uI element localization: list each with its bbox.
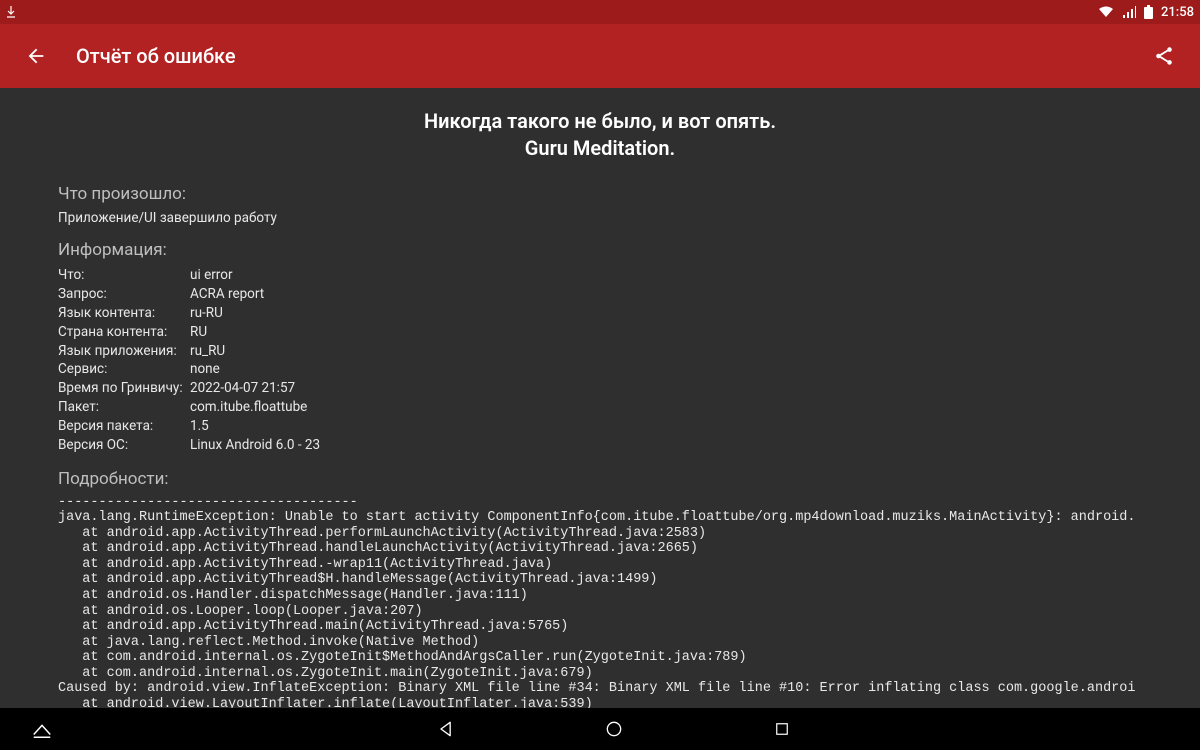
- info-value: ui error: [190, 266, 233, 285]
- square-icon: [773, 720, 791, 738]
- info-row: Запрос:ACRA report: [58, 285, 1142, 304]
- battery-icon: [1144, 5, 1153, 19]
- info-row: Сервис:none: [58, 360, 1142, 379]
- info-row: Время по Гринвичу:2022-04-07 21:57: [58, 379, 1142, 398]
- arrow-left-icon: [25, 45, 47, 67]
- info-key: Время по Гринвичу:: [58, 379, 190, 398]
- section-info-title: Информация:: [58, 240, 1142, 260]
- info-key: Сервис:: [58, 360, 190, 379]
- wifi-icon: [1098, 6, 1114, 18]
- info-key: Пакет:: [58, 398, 190, 417]
- info-value: none: [190, 360, 220, 379]
- info-row: Версия пакета:1.5: [58, 417, 1142, 436]
- nav-home-button[interactable]: [600, 715, 628, 743]
- share-icon: [1153, 45, 1175, 67]
- circle-icon: [604, 719, 624, 739]
- info-key: Что:: [58, 266, 190, 285]
- info-row: Страна контента:RU: [58, 323, 1142, 342]
- info-row: Язык приложения:ru_RU: [58, 342, 1142, 361]
- info-value: 1.5: [190, 417, 209, 436]
- info-row: Что:ui error: [58, 266, 1142, 285]
- nav-recents-button[interactable]: [768, 715, 796, 743]
- info-key: Язык приложения:: [58, 342, 190, 361]
- back-button[interactable]: [16, 36, 56, 76]
- error-heading-line2: Guru Meditation.: [58, 135, 1142, 162]
- info-key: Версия ОС:: [58, 436, 190, 455]
- status-clock: 21:58: [1161, 5, 1194, 20]
- info-value: ACRA report: [190, 285, 264, 304]
- info-value: RU: [190, 323, 207, 342]
- info-row: Язык контента:ru-RU: [58, 304, 1142, 323]
- error-report-content[interactable]: Никогда такого не было, и вот опять. Gur…: [0, 88, 1200, 708]
- chevron-up-outline-icon: [31, 718, 53, 740]
- info-key: Язык контента:: [58, 304, 190, 323]
- navigation-bar: [0, 708, 1200, 750]
- info-value: Linux Android 6.0 - 23: [190, 436, 320, 455]
- info-table: Что:ui errorЗапрос:ACRA reportЯзык конте…: [58, 266, 1142, 455]
- stack-trace: ------------------------------------- ja…: [58, 495, 1142, 708]
- error-heading: Никогда такого не было, и вот опять. Gur…: [58, 108, 1142, 162]
- info-key: Версия пакета:: [58, 417, 190, 436]
- nav-back-button[interactable]: [432, 715, 460, 743]
- section-details-title: Подробности:: [58, 469, 1142, 489]
- section-happened-body: Приложение/UI завершило работу: [58, 210, 1142, 226]
- info-value: ru-RU: [190, 304, 223, 323]
- info-value: ru_RU: [190, 342, 225, 361]
- info-key: Страна контента:: [58, 323, 190, 342]
- info-value: 2022-04-07 21:57: [190, 379, 295, 398]
- section-happened-title: Что произошло:: [58, 184, 1142, 204]
- info-key: Запрос:: [58, 285, 190, 304]
- share-button[interactable]: [1144, 36, 1184, 76]
- triangle-left-icon: [436, 719, 456, 739]
- app-bar: Отчёт об ошибке: [0, 24, 1200, 88]
- cellular-icon: [1122, 6, 1136, 18]
- nav-up-button[interactable]: [28, 715, 56, 743]
- page-title: Отчёт об ошибке: [76, 44, 1144, 68]
- status-bar: 21:58: [0, 0, 1200, 24]
- info-row: Пакет:com.itube.floattube: [58, 398, 1142, 417]
- info-row: Версия ОС:Linux Android 6.0 - 23: [58, 436, 1142, 455]
- error-heading-line1: Никогда такого не было, и вот опять.: [58, 108, 1142, 135]
- download-indicator-icon: [6, 6, 16, 18]
- info-value: com.itube.floattube: [190, 398, 307, 417]
